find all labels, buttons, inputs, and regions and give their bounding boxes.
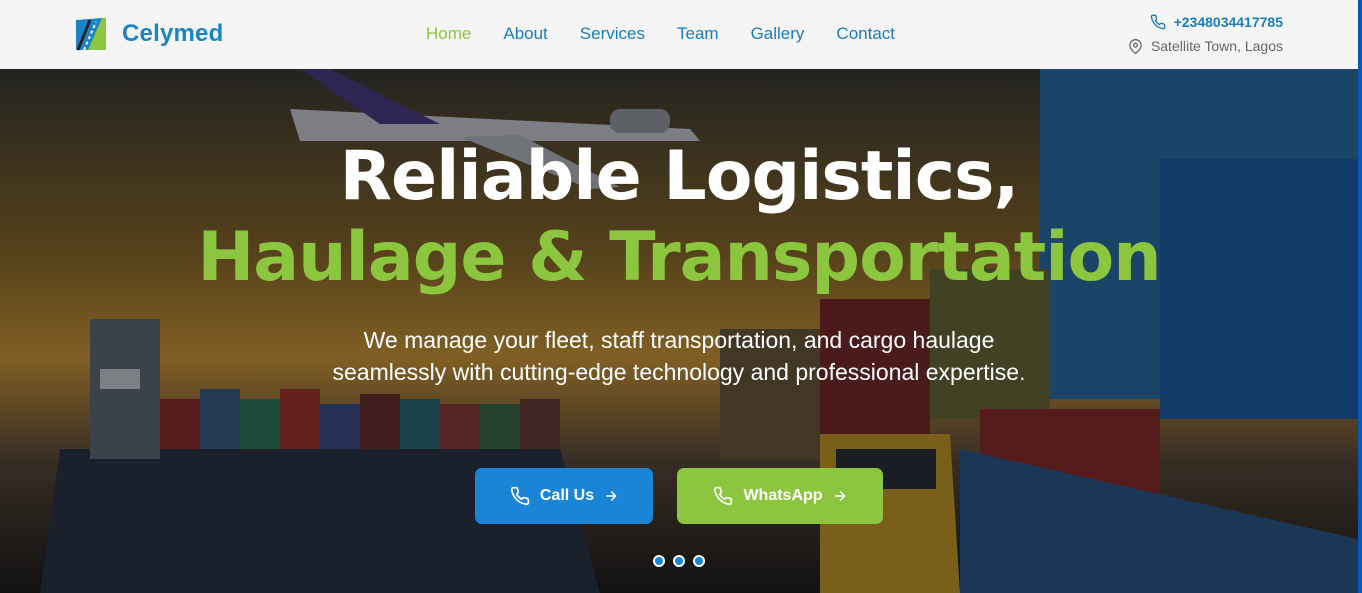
nav-about[interactable]: About: [503, 24, 547, 44]
header-contact: +2348034417785 Satellite Town, Lagos: [1128, 12, 1283, 60]
nav-gallery[interactable]: Gallery: [751, 24, 805, 44]
call-us-label: Call Us: [539, 487, 595, 504]
call-us-button[interactable]: Call Us: [475, 468, 653, 524]
map-pin-icon: [1129, 38, 1142, 54]
hero-headline: Reliable Logistics, Haulage & Transporta…: [0, 137, 1358, 299]
arrow-right-icon: [834, 491, 845, 501]
nav-team[interactable]: Team: [677, 24, 719, 44]
phone-icon: [510, 486, 530, 506]
phone-icon: [1150, 14, 1165, 30]
main-nav: Home About Services Team Gallery Contact: [426, 24, 927, 44]
hero-subtext: We manage your fleet, staff transportati…: [332, 327, 1026, 385]
scrollbar-edge[interactable]: [1358, 0, 1362, 593]
headline-line2: Haulage & Transportation: [197, 218, 1161, 297]
whatsapp-label: WhatsApp: [743, 487, 823, 504]
nav-home[interactable]: Home: [426, 24, 471, 44]
location-text: Satellite Town, Lagos: [1150, 38, 1283, 54]
hero-slider: Reliable Logistics, Haulage & Transporta…: [0, 69, 1358, 593]
whatsapp-button[interactable]: WhatsApp: [677, 468, 883, 524]
logo-icon: [76, 18, 106, 51]
headline-line1: Reliable Logistics,: [339, 137, 1020, 216]
arrow-right-icon: [606, 491, 617, 501]
contact-location: Satellite Town, Lagos: [1128, 36, 1283, 56]
slider-dot-3[interactable]: [693, 555, 705, 567]
phone-number: +2348034417785: [1173, 14, 1283, 30]
site-header: Celymed Home About Services Team Gallery…: [0, 0, 1358, 69]
brand-name: Celymed: [122, 20, 224, 47]
slider-dots: [653, 555, 705, 567]
contact-phone[interactable]: +2348034417785: [1128, 12, 1283, 32]
brand-logo[interactable]: Celymed: [74, 16, 223, 52]
slider-dot-1[interactable]: [653, 555, 665, 567]
slider-dot-2[interactable]: [673, 555, 685, 567]
nav-contact[interactable]: Contact: [836, 24, 895, 44]
nav-services[interactable]: Services: [580, 24, 645, 44]
phone-icon: [714, 486, 733, 506]
